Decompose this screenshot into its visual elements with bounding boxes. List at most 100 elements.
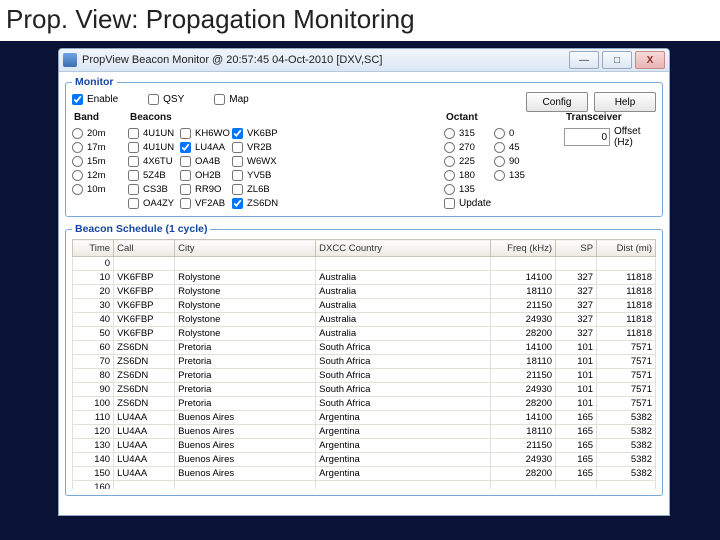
beacon-option[interactable]: 4U1UN <box>128 140 176 154</box>
beacon-option[interactable]: VK6BP <box>232 126 280 140</box>
octant-radio[interactable] <box>444 142 455 153</box>
octant-option[interactable]: 135 <box>494 168 540 182</box>
beacon-checkbox[interactable] <box>232 156 243 167</box>
octant-radio[interactable] <box>494 142 505 153</box>
beacon-checkbox[interactable] <box>180 156 191 167</box>
octant-option[interactable]: 90 <box>494 154 540 168</box>
close-button[interactable]: X <box>635 51 665 69</box>
beacon-checkbox[interactable] <box>128 170 139 181</box>
table-row[interactable]: 40VK6FBPRolystoneAustralia2493032711818 <box>73 313 656 327</box>
table-row[interactable]: 90ZS6DNPretoriaSouth Africa249301017571 <box>73 383 656 397</box>
col-sp[interactable]: SP <box>556 240 597 257</box>
config-button[interactable]: Config <box>526 92 588 112</box>
beacon-checkbox[interactable] <box>128 198 139 209</box>
octant-radio[interactable] <box>494 156 505 167</box>
beacon-checkbox[interactable] <box>232 128 243 139</box>
beacon-checkbox[interactable] <box>232 170 243 181</box>
update-checkbox-input[interactable] <box>444 198 455 209</box>
table-row[interactable]: 30VK6FBPRolystoneAustralia2115032711818 <box>73 299 656 313</box>
octant-radio[interactable] <box>444 128 455 139</box>
table-row[interactable]: 80ZS6DNPretoriaSouth Africa211501017571 <box>73 369 656 383</box>
map-checkbox-input[interactable] <box>214 94 225 105</box>
beacon-option[interactable]: VF2AB <box>180 196 228 210</box>
map-checkbox[interactable]: Map <box>214 94 248 105</box>
octant-option[interactable]: 0 <box>494 126 540 140</box>
beacon-option[interactable]: 4X6TU <box>128 154 176 168</box>
beacon-checkbox[interactable] <box>128 128 139 139</box>
table-row[interactable]: 120LU4AABuenos AiresArgentina18110165538… <box>73 425 656 439</box>
octant-option[interactable]: 45 <box>494 140 540 154</box>
octant-radio[interactable] <box>444 184 455 195</box>
beacon-option[interactable]: CS3B <box>128 182 176 196</box>
table-row[interactable]: 110LU4AABuenos AiresArgentina14100165538… <box>73 411 656 425</box>
qsy-checkbox[interactable]: QSY <box>148 94 184 105</box>
col-dist[interactable]: Dist (mi) <box>597 240 656 257</box>
beacon-checkbox[interactable] <box>180 142 191 153</box>
octant-option[interactable]: 315 <box>444 126 490 140</box>
octant-radio[interactable] <box>444 170 455 181</box>
table-row[interactable]: 150LU4AABuenos AiresArgentina28200165538… <box>73 467 656 481</box>
col-time[interactable]: Time <box>73 240 114 257</box>
octant-option[interactable]: 225 <box>444 154 490 168</box>
beacon-option[interactable]: OA4B <box>180 154 228 168</box>
band-radio[interactable] <box>72 128 83 139</box>
update-checkbox[interactable]: Update <box>444 198 560 209</box>
band-radio[interactable] <box>72 170 83 181</box>
beacon-checkbox[interactable] <box>128 156 139 167</box>
beacon-checkbox[interactable] <box>180 170 191 181</box>
beacon-option[interactable]: 5Z4B <box>128 168 176 182</box>
beacon-option[interactable]: W6WX <box>232 154 280 168</box>
band-option[interactable]: 10m <box>72 182 124 196</box>
beacon-option[interactable]: OH2B <box>180 168 228 182</box>
octant-option[interactable]: 135 <box>444 182 490 196</box>
table-row[interactable]: 0 <box>73 257 656 271</box>
table-row[interactable]: 60ZS6DNPretoriaSouth Africa141001017571 <box>73 341 656 355</box>
enable-checkbox[interactable]: Enable <box>72 94 118 105</box>
maximize-button[interactable]: □ <box>602 51 632 69</box>
help-button[interactable]: Help <box>594 92 656 112</box>
table-row[interactable]: 20VK6FBPRolystoneAustralia1811032711818 <box>73 285 656 299</box>
band-option[interactable]: 15m <box>72 154 124 168</box>
beacon-checkbox[interactable] <box>128 184 139 195</box>
beacon-option[interactable]: OA4ZY <box>128 196 176 210</box>
offset-input[interactable] <box>564 128 610 146</box>
table-row[interactable]: 160 <box>73 481 656 490</box>
beacon-checkbox[interactable] <box>180 198 191 209</box>
octant-radio[interactable] <box>494 128 505 139</box>
table-row[interactable]: 70ZS6DNPretoriaSouth Africa181101017571 <box>73 355 656 369</box>
col-dxcc[interactable]: DXCC Country <box>316 240 490 257</box>
table-row[interactable]: 50VK6FBPRolystoneAustralia2820032711818 <box>73 327 656 341</box>
band-option[interactable]: 17m <box>72 140 124 154</box>
band-radio[interactable] <box>72 156 83 167</box>
beacon-option[interactable]: ZS6DN <box>232 196 280 210</box>
beacon-option[interactable]: YV5B <box>232 168 280 182</box>
band-radio[interactable] <box>72 142 83 153</box>
beacon-checkbox[interactable] <box>180 184 191 195</box>
beacon-option[interactable]: ZL6B <box>232 182 280 196</box>
beacon-checkbox[interactable] <box>128 142 139 153</box>
band-option[interactable]: 20m <box>72 126 124 140</box>
table-row[interactable]: 130LU4AABuenos AiresArgentina21150165538… <box>73 439 656 453</box>
beacon-checkbox[interactable] <box>232 142 243 153</box>
col-freq[interactable]: Freq (kHz) <box>490 240 556 257</box>
enable-checkbox-input[interactable] <box>72 94 83 105</box>
octant-radio[interactable] <box>444 156 455 167</box>
qsy-checkbox-input[interactable] <box>148 94 159 105</box>
beacon-checkbox[interactable] <box>180 128 191 139</box>
beacon-option[interactable]: RR9O <box>180 182 228 196</box>
col-city[interactable]: City <box>175 240 316 257</box>
col-call[interactable]: Call <box>114 240 175 257</box>
beacon-option[interactable]: VR2B <box>232 140 280 154</box>
octant-option[interactable]: 180 <box>444 168 490 182</box>
titlebar[interactable]: PropView Beacon Monitor @ 20:57:45 04-Oc… <box>59 49 669 72</box>
table-row[interactable]: 100ZS6DNPretoriaSouth Africa282001017571 <box>73 397 656 411</box>
table-row[interactable]: 10VK6FBPRolystoneAustralia1410032711818 <box>73 271 656 285</box>
beacon-checkbox[interactable] <box>232 184 243 195</box>
band-radio[interactable] <box>72 184 83 195</box>
beacon-checkbox[interactable] <box>232 198 243 209</box>
minimize-button[interactable]: — <box>569 51 599 69</box>
table-row[interactable]: 140LU4AABuenos AiresArgentina24930165538… <box>73 453 656 467</box>
beacon-option[interactable]: 4U1UN <box>128 126 176 140</box>
beacon-option[interactable]: KH6WO <box>180 126 228 140</box>
octant-radio[interactable] <box>494 170 505 181</box>
